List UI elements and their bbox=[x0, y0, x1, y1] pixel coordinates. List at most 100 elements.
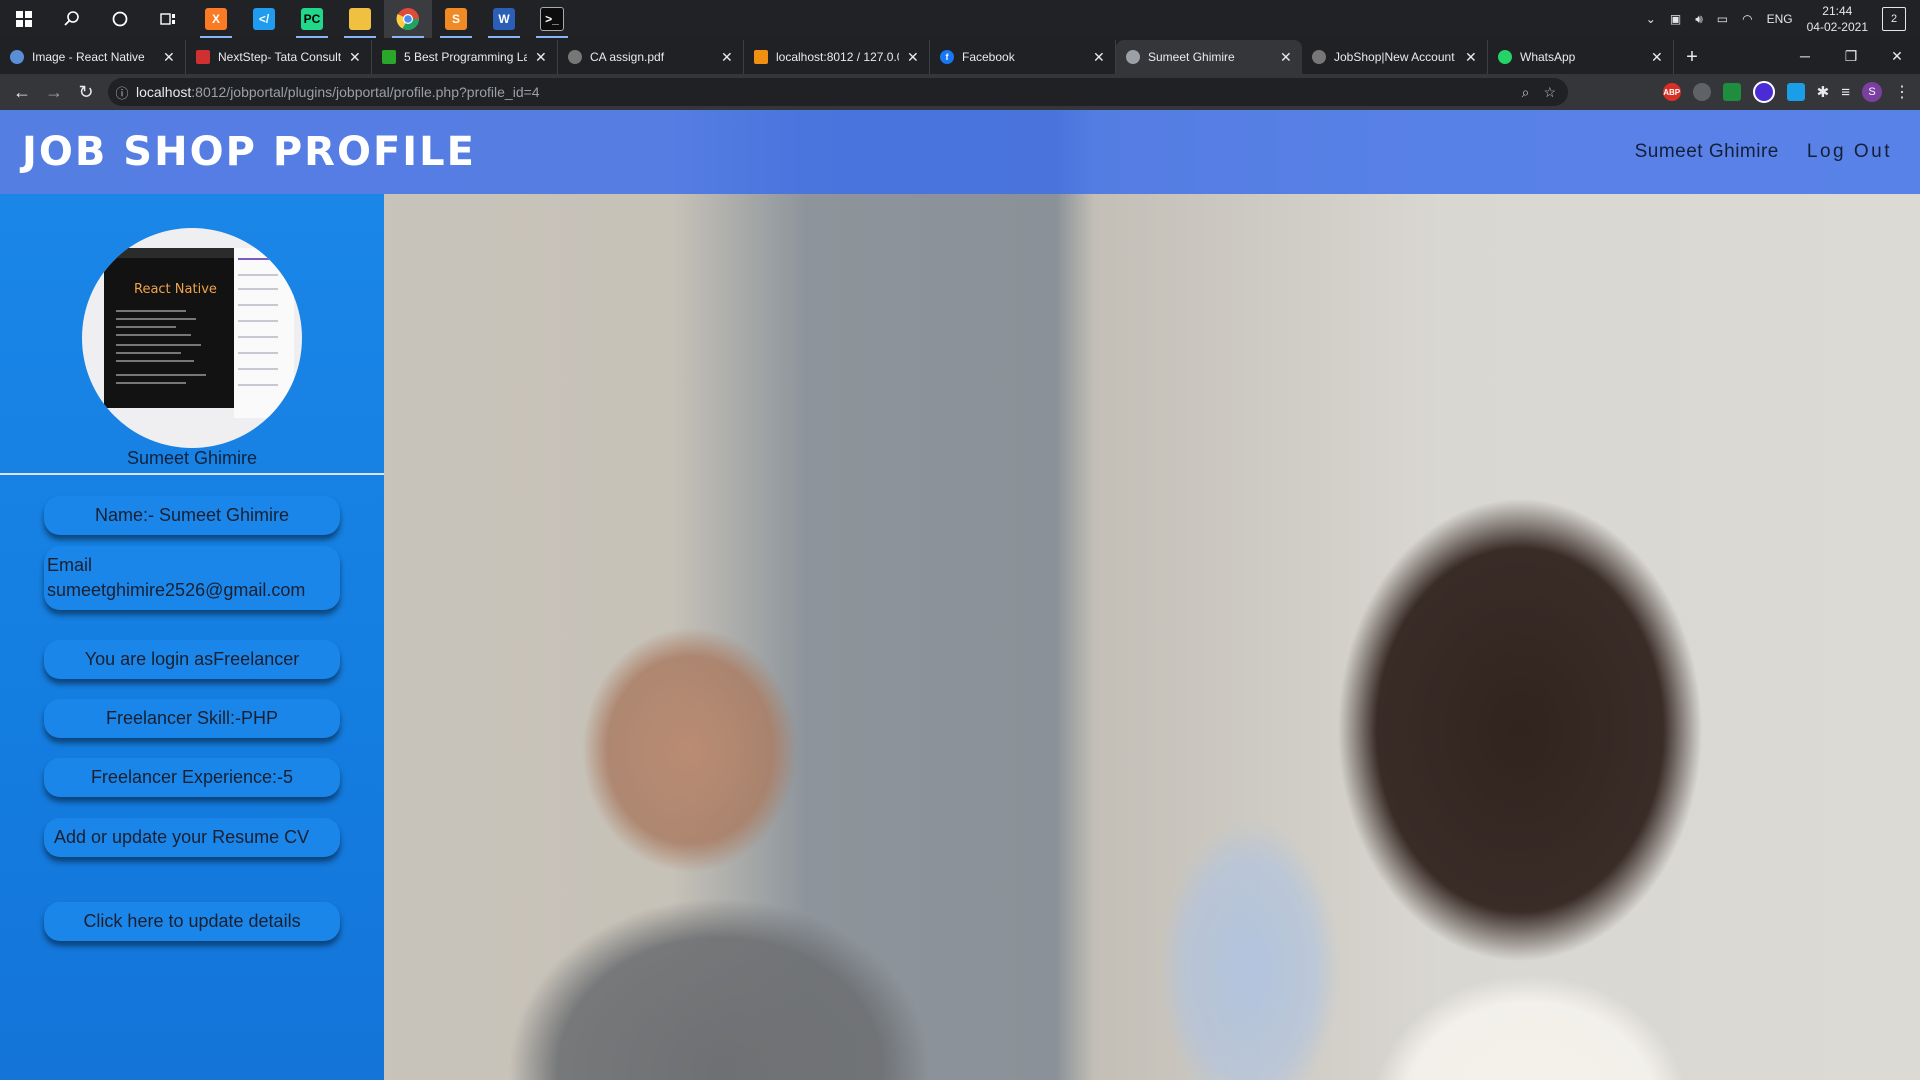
profile-photo-side-panel bbox=[234, 248, 294, 418]
cortana-icon[interactable] bbox=[96, 0, 144, 38]
browser-tab-strip: Image - React Native ✕ NextStep- Tata Con… bbox=[0, 38, 1920, 74]
sublime-taskbar-icon[interactable]: S bbox=[432, 0, 480, 38]
close-window-icon[interactable]: ✕ bbox=[1874, 38, 1920, 74]
address-bar[interactable]: ⓘ localhost:8012/jobportal/plugins/jobpo… bbox=[108, 78, 1568, 106]
tab-sumeet-ghimire[interactable]: Sumeet Ghimire ✕ bbox=[1116, 40, 1302, 74]
site-header: JOB SHOP PROFILE Sumeet Ghimire Log Out bbox=[0, 110, 1920, 194]
globe-favicon-icon bbox=[1312, 50, 1326, 64]
vscode-taskbar-icon[interactable]: </ bbox=[240, 0, 288, 38]
url-path: :8012/jobportal/plugins/jobportal/profil… bbox=[191, 84, 540, 100]
system-tray: ⌄ ▣ 🔊︎ ▭ ◠ ENG 21:44 04-02-2021 2 bbox=[1646, 0, 1920, 38]
reload-icon[interactable]: ↻ bbox=[70, 76, 102, 108]
tab-image-react-native[interactable]: Image - React Native ✕ bbox=[0, 40, 186, 74]
tab-title: Image - React Native bbox=[32, 50, 145, 64]
tab-title: Sumeet Ghimire bbox=[1148, 50, 1235, 64]
top-nav: Sumeet Ghimire Log Out bbox=[1635, 110, 1892, 194]
close-tab-icon[interactable]: ✕ bbox=[1280, 49, 1292, 66]
extensions-area: ABP ✱ ≡ S ⋮ bbox=[1662, 78, 1910, 106]
media-controls-icon[interactable]: ≡ bbox=[1841, 84, 1850, 101]
terminal-taskbar-icon[interactable]: >_ bbox=[528, 0, 576, 38]
web-page: JOB SHOP PROFILE Sumeet Ghimire Log Out … bbox=[0, 110, 1920, 1080]
profile-photo: React Native bbox=[82, 228, 302, 448]
tab-title: Facebook bbox=[962, 50, 1015, 64]
globe-favicon-icon bbox=[1126, 50, 1140, 64]
tab-ca-assign[interactable]: CA assign.pdf ✕ bbox=[558, 40, 744, 74]
tab-jobshop-new-account[interactable]: JobShop|New Account ✕ bbox=[1302, 40, 1488, 74]
chrome-taskbar-icon[interactable] bbox=[384, 0, 432, 38]
resume-link-button[interactable]: Add or update your Resume CV bbox=[44, 818, 340, 857]
close-tab-icon[interactable]: ✕ bbox=[1093, 49, 1105, 66]
bookmark-star-icon[interactable]: ☆ bbox=[1543, 84, 1556, 101]
shield-extension-icon[interactable] bbox=[1722, 83, 1741, 101]
translate-extension-icon[interactable] bbox=[1786, 83, 1805, 101]
tab-best-programming[interactable]: 5 Best Programming La ✕ bbox=[372, 40, 558, 74]
clock-date: 04-02-2021 bbox=[1806, 20, 1868, 34]
react-favicon-icon bbox=[10, 50, 24, 64]
nav-user-link[interactable]: Sumeet Ghimire bbox=[1635, 141, 1779, 163]
adblock-icon[interactable]: ABP bbox=[1662, 83, 1681, 101]
profile-photo-caption: React Native bbox=[134, 282, 217, 297]
close-tab-icon[interactable]: ✕ bbox=[535, 49, 547, 66]
site-info-icon[interactable]: ⓘ bbox=[108, 83, 136, 102]
email-field: Email sumeetghimire2526@gmail.com bbox=[44, 546, 340, 610]
file-explorer-taskbar-icon[interactable] bbox=[336, 0, 384, 38]
close-tab-icon[interactable]: ✕ bbox=[721, 49, 733, 66]
purple-extension-icon[interactable] bbox=[1752, 81, 1775, 103]
restore-icon[interactable]: ❐ bbox=[1828, 38, 1874, 74]
close-tab-icon[interactable]: ✕ bbox=[349, 49, 361, 66]
clock[interactable]: 21:44 04-02-2021 bbox=[1807, 3, 1868, 35]
search-icon[interactable] bbox=[48, 0, 96, 38]
minimize-icon[interactable]: ─ bbox=[1782, 38, 1828, 74]
word-taskbar-icon[interactable]: W bbox=[480, 0, 528, 38]
close-tab-icon[interactable]: ✕ bbox=[1651, 49, 1663, 66]
windows-start-icon[interactable] bbox=[0, 0, 48, 38]
close-tab-icon[interactable]: ✕ bbox=[907, 49, 919, 66]
sidebar-divider bbox=[0, 473, 384, 475]
profile-name: Sumeet Ghimire bbox=[126, 448, 258, 468]
notification-count: 2 bbox=[1890, 13, 1898, 25]
meet-now-icon[interactable]: ▣ bbox=[1670, 12, 1681, 26]
phpmyadmin-favicon-icon bbox=[754, 50, 768, 64]
tab-title: WhatsApp bbox=[1520, 50, 1576, 64]
new-tab-icon[interactable]: + bbox=[1674, 40, 1710, 74]
tab-nextstep[interactable]: NextStep- Tata Consult ✕ bbox=[186, 40, 372, 74]
site-favicon-icon bbox=[382, 50, 396, 64]
site-brand[interactable]: JOB SHOP PROFILE bbox=[22, 129, 476, 175]
name-field: Name:- Sumeet Ghimire bbox=[44, 496, 340, 535]
pycharm-taskbar-icon[interactable]: PC bbox=[288, 0, 336, 38]
task-view-icon[interactable] bbox=[144, 0, 192, 38]
tab-whatsapp[interactable]: WhatsApp ✕ bbox=[1488, 40, 1674, 74]
kebab-menu-icon[interactable]: ⋮ bbox=[1894, 82, 1910, 102]
forward-arrow-icon[interactable]: → bbox=[38, 76, 70, 108]
window-controls: ─ ❐ ✕ bbox=[1782, 38, 1920, 74]
close-tab-icon[interactable]: ✕ bbox=[163, 49, 175, 66]
tab-localhost-phpmyadmin[interactable]: localhost:8012 / 127.0.0 ✕ bbox=[744, 40, 930, 74]
logout-link[interactable]: Log Out bbox=[1807, 141, 1892, 163]
language-indicator[interactable]: ENG bbox=[1767, 12, 1793, 26]
url-host: localhost bbox=[136, 84, 192, 100]
puzzle-extensions-icon[interactable]: ✱ bbox=[1817, 83, 1830, 101]
chevron-up-icon[interactable]: ⌄ bbox=[1646, 12, 1656, 26]
tab-title: CA assign.pdf bbox=[590, 50, 665, 64]
tab-title: NextStep- Tata Consult bbox=[218, 50, 341, 64]
omnibox-actions: ⌕ ☆ bbox=[1522, 84, 1556, 101]
tab-title: JobShop|New Account bbox=[1334, 50, 1455, 64]
profile-avatar-icon[interactable]: S bbox=[1862, 82, 1882, 102]
xampp-taskbar-icon[interactable]: X bbox=[192, 0, 240, 38]
profile-photo-screenshot: React Native bbox=[104, 248, 234, 408]
volume-icon[interactable]: 🔊︎ bbox=[1695, 12, 1703, 27]
tcs-favicon-icon bbox=[196, 50, 210, 64]
battery-icon[interactable]: ▭ bbox=[1717, 12, 1728, 26]
zoom-icon[interactable]: ⌕ bbox=[1522, 84, 1530, 101]
windows-taskbar: X </ PC S W >_ ⌄ ▣ 🔊︎ ▭ ◠ ENG 21:44 04-0… bbox=[0, 0, 1920, 38]
experience-field: Freelancer Experience:-5 bbox=[44, 758, 340, 797]
update-details-button[interactable]: Click here to update details bbox=[44, 902, 340, 941]
facebook-favicon-icon: f bbox=[940, 50, 954, 64]
wifi-icon[interactable]: ◠ bbox=[1742, 12, 1752, 26]
tab-facebook[interactable]: f Facebook ✕ bbox=[930, 40, 1116, 74]
close-tab-icon[interactable]: ✕ bbox=[1465, 49, 1477, 66]
notification-center-icon[interactable]: 2 bbox=[1882, 7, 1906, 31]
extension-gray-icon[interactable] bbox=[1692, 83, 1711, 101]
back-arrow-icon[interactable]: ← bbox=[6, 76, 38, 108]
browser-toolbar: ← → ↻ ⓘ localhost:8012/jobportal/plugins… bbox=[0, 74, 1920, 110]
